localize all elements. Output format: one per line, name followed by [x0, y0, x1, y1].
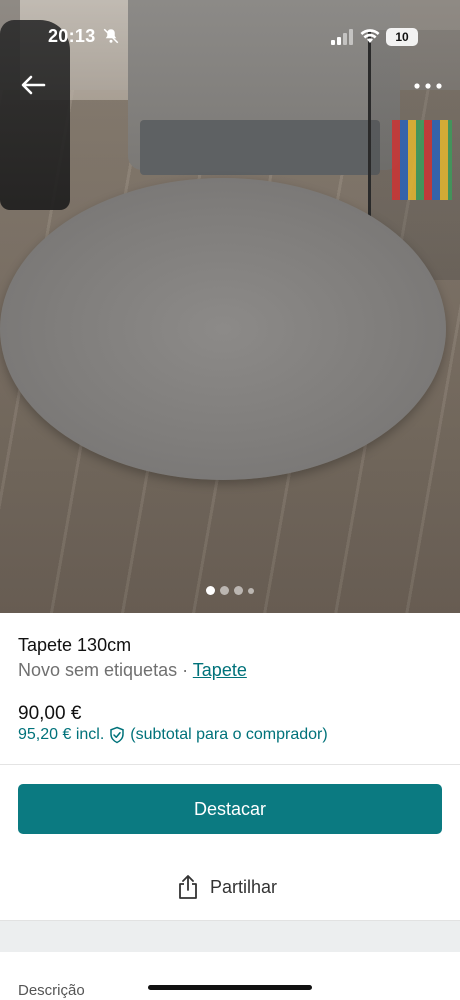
- wifi-icon: [360, 29, 380, 43]
- photo-rug: [0, 178, 446, 480]
- bell-off-icon: [103, 28, 119, 44]
- share-icon: [179, 875, 197, 899]
- carousel-dot[interactable]: [206, 586, 215, 595]
- section-separator: [0, 920, 460, 952]
- photo-bed-base: [140, 120, 380, 175]
- category-link[interactable]: Tapete: [193, 660, 247, 680]
- shield-check-icon: [110, 726, 125, 744]
- highlight-button[interactable]: Destacar: [18, 784, 442, 834]
- listing-condition: Novo sem etiquetas: [18, 660, 178, 680]
- arrow-left-icon[interactable]: [18, 72, 48, 98]
- carousel-dot[interactable]: [220, 586, 229, 595]
- photo-chair: [0, 20, 70, 210]
- price-incl-note: (subtotal para o comprador): [130, 726, 328, 743]
- battery-icon: 10: [386, 28, 418, 46]
- share-label: Partilhar: [210, 876, 278, 897]
- listing-subtitle: Novo sem etiquetas · Tapete: [18, 660, 247, 681]
- signal-icon: [331, 29, 353, 45]
- photo-books: [392, 120, 452, 200]
- share-button[interactable]: Partilhar: [176, 872, 277, 902]
- subtitle-separator: ·: [182, 660, 189, 680]
- price-incl-row[interactable]: 95,20 € incl. (subtotal para o comprador…: [18, 726, 328, 744]
- home-indicator[interactable]: [148, 985, 312, 990]
- more-horizontal-icon[interactable]: [412, 80, 444, 92]
- listing-photo[interactable]: 20:13 10: [0, 0, 460, 613]
- listing-price: 90,00 €: [18, 703, 82, 724]
- price-incl-value: 95,20 € incl.: [18, 726, 105, 743]
- status-time: 20:13: [48, 26, 96, 46]
- listing-title: Tapete 130cm: [18, 635, 132, 655]
- carousel-indicator[interactable]: [0, 586, 460, 595]
- carousel-dot[interactable]: [234, 586, 243, 595]
- description-label: Descrição: [18, 982, 85, 999]
- divider: [0, 764, 460, 765]
- carousel-dot[interactable]: [248, 587, 254, 594]
